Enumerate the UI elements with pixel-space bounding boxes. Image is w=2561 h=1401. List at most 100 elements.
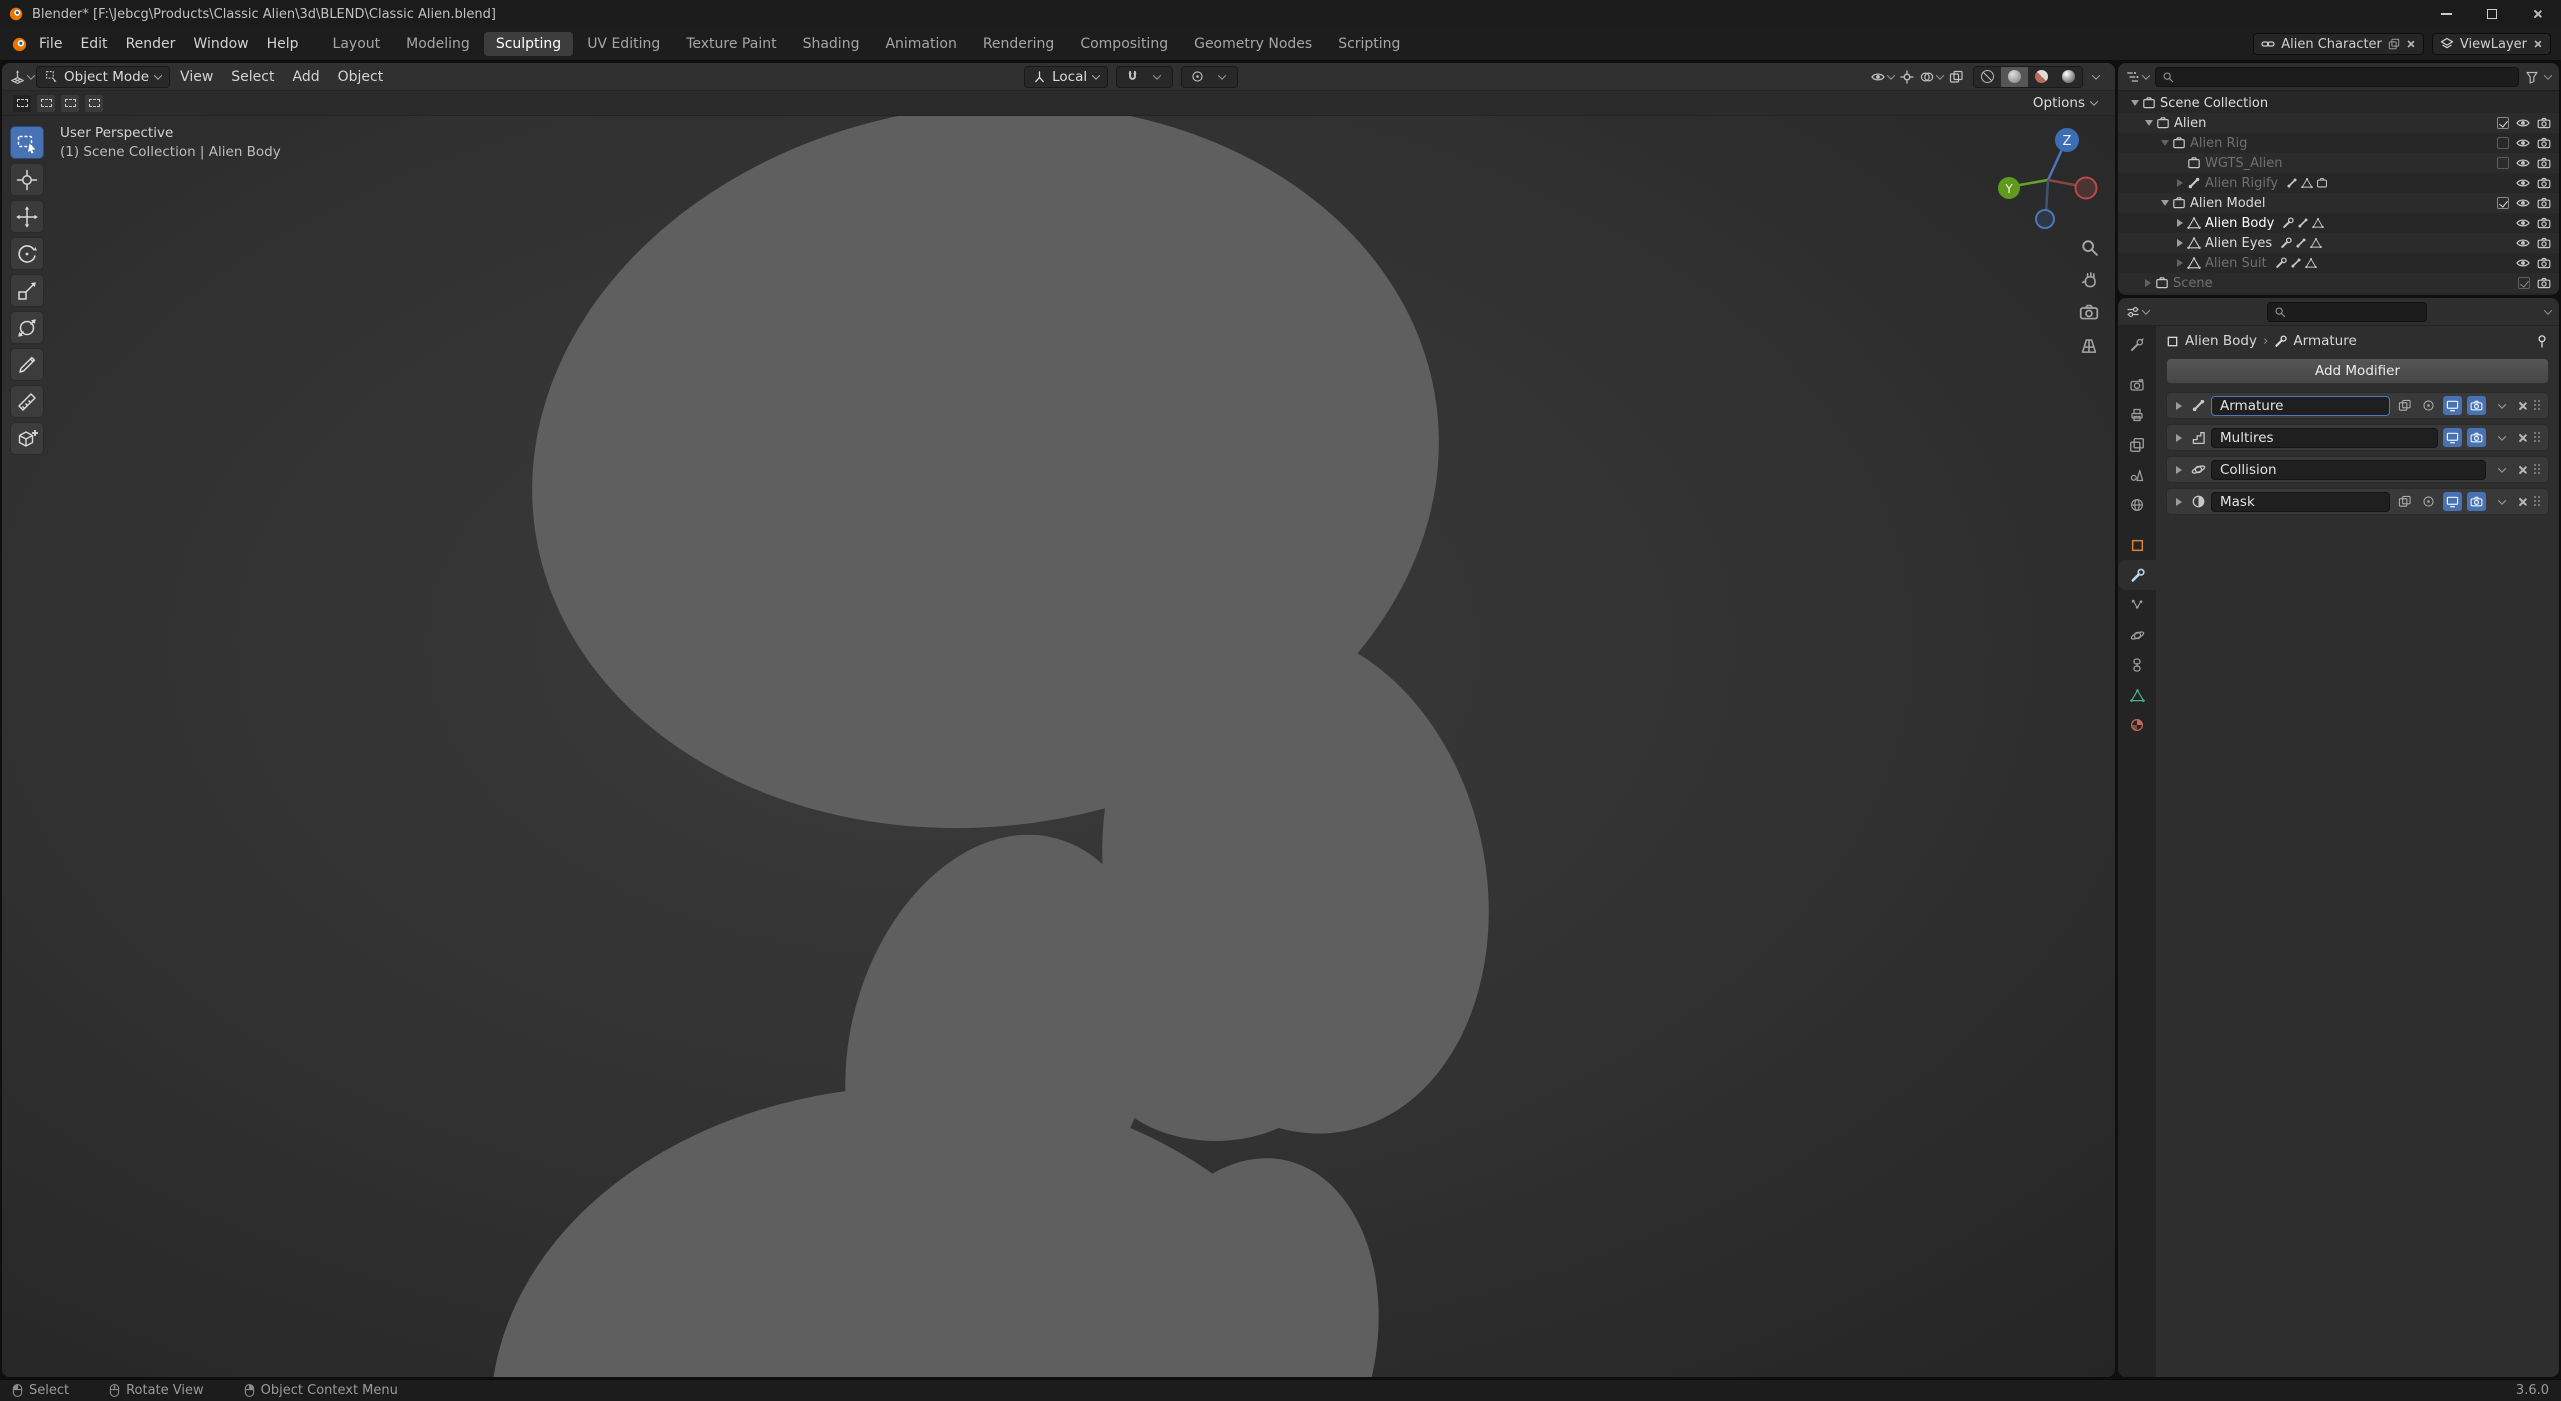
modifier-name-field[interactable]: Multires [2211,427,2438,448]
drag-handle-icon[interactable] [2533,399,2542,412]
workspace-tab-animation[interactable]: Animation [873,32,968,56]
disable-render-icon[interactable] [2537,156,2551,170]
properties-search-input[interactable] [2291,304,2420,319]
outliner-row-wgts-alien[interactable]: WGTS_Alien [2118,153,2559,173]
zoom-icon[interactable] [2080,238,2099,257]
snap-toggle[interactable] [1121,66,1143,88]
render-toggle[interactable] [2467,492,2486,511]
expand-icon[interactable] [2145,120,2153,126]
hide-viewport-icon[interactable] [2516,176,2530,190]
outliner-editor-type-button[interactable] [2126,66,2151,88]
expand-icon[interactable] [2176,401,2182,410]
outliner-row-alien-rig[interactable]: Alien Rig [2118,133,2559,153]
pin-icon[interactable] [2535,334,2549,348]
expand-icon[interactable] [2177,259,2183,267]
outliner-row-alien[interactable]: Alien [2118,113,2559,133]
outliner-search-input[interactable] [2179,69,2512,84]
outliner-row-alien-eyes[interactable]: Alien Eyes [2118,233,2559,253]
disable-render-icon[interactable] [2537,196,2551,210]
modifier-name-field[interactable]: Mask [2211,491,2390,512]
workspace-tab-shading[interactable]: Shading [791,32,872,56]
gizmos-toggle[interactable] [1896,66,1918,88]
modifier-extras-menu[interactable] [2491,459,2513,481]
editor-type-button[interactable] [10,66,36,88]
disable-render-icon[interactable] [2537,276,2551,290]
menu-window[interactable]: Window [184,28,257,60]
hide-viewport-icon[interactable] [2516,196,2530,210]
workspace-tab-layout[interactable]: Layout [321,32,393,56]
pan-hand-icon[interactable] [2080,270,2099,289]
proportional-falloff-dropdown[interactable] [1211,66,1233,88]
breadcrumb-modifier[interactable]: Armature [2293,333,2356,349]
outliner-row-alien-body[interactable]: Alien Body [2118,213,2559,233]
select-mode-intersect-button[interactable] [84,93,104,113]
navigation-gizmo[interactable]: Z Y [1993,122,2103,232]
exclude-checkbox[interactable] [2497,117,2509,129]
chevron-down-icon[interactable] [2543,305,2553,315]
outliner-row-scene[interactable]: Scene [2118,273,2559,293]
view-layer-selector[interactable]: ViewLayer [2431,33,2551,55]
realtime-toggle[interactable] [2443,396,2462,415]
expand-icon[interactable] [2176,497,2182,506]
modifier-extras-menu[interactable] [2491,491,2513,513]
tool-rotate[interactable] [10,237,44,270]
minimize-button[interactable] [2423,0,2469,28]
expand-icon[interactable] [2176,465,2182,474]
tool-select-box[interactable] [10,126,44,159]
on-cage-toggle[interactable] [2419,492,2438,511]
modifier-panel-multires[interactable]: Multires [2166,424,2549,451]
expand-icon[interactable] [2176,433,2182,442]
outliner-row-scene-collection[interactable]: Scene Collection [2118,93,2559,113]
tab-tool-properties[interactable] [2118,330,2156,360]
shading-dropdown[interactable] [2085,66,2107,88]
toggle-perspective-icon[interactable] [2079,335,2099,355]
workspace-tab-modeling[interactable]: Modeling [394,32,482,56]
hide-viewport-icon[interactable] [2516,156,2530,170]
modifier-name-field[interactable]: Collision [2211,459,2486,480]
tab-physics-properties[interactable] [2118,620,2156,650]
workspace-tab-sculpting[interactable]: Sculpting [483,32,574,56]
expand-icon[interactable] [2177,239,2183,247]
hide-viewport-icon[interactable] [2516,116,2530,130]
tool-add-cube[interactable] [10,422,44,455]
disable-render-icon[interactable] [2537,216,2551,230]
workspace-tab-texture-paint[interactable]: Texture Paint [674,32,788,56]
exclude-checkbox[interactable] [2497,157,2509,169]
menu-file[interactable]: File [30,28,71,60]
snap-dropdown[interactable] [1146,66,1168,88]
select-mode-new-button[interactable] [12,93,32,113]
tab-object-properties[interactable] [2118,530,2156,560]
tab-particle-properties[interactable] [2118,590,2156,620]
breadcrumb-object[interactable]: Alien Body [2185,333,2257,349]
overlays-dropdown[interactable] [1920,66,1945,88]
modifier-panel-armature[interactable]: Armature [2166,392,2549,419]
viewport-menu-view[interactable]: View [172,69,221,85]
xray-toggle[interactable] [1945,66,1967,88]
disable-render-icon[interactable] [2537,136,2551,150]
outliner-row-alien-model[interactable]: Alien Model [2118,193,2559,213]
tool-annotate[interactable] [10,348,44,381]
tool-cursor[interactable] [10,163,44,196]
tab-render-properties[interactable] [2118,370,2156,400]
proportional-edit-toggle[interactable] [1186,66,1208,88]
render-toggle[interactable] [2467,428,2486,447]
visibility-dropdown[interactable] [1871,66,1896,88]
drag-handle-icon[interactable] [2533,463,2542,476]
blender-menu-button[interactable] [8,33,30,55]
delete-modifier-icon[interactable] [2518,497,2528,507]
chevron-down-icon[interactable] [2543,70,2553,80]
realtime-toggle[interactable] [2443,492,2462,511]
tool-scale[interactable] [10,274,44,307]
hide-viewport-icon[interactable] [2516,236,2530,250]
delete-modifier-icon[interactable] [2518,465,2528,475]
select-mode-extend-button[interactable] [36,93,56,113]
tab-view-layer-properties[interactable] [2118,430,2156,460]
tool-move[interactable] [10,200,44,233]
viewport-menu-select[interactable]: Select [223,69,282,85]
workspace-tab-rendering[interactable]: Rendering [971,32,1067,56]
properties-search[interactable] [2267,301,2427,322]
disable-render-icon[interactable] [2537,236,2551,250]
delete-modifier-icon[interactable] [2518,433,2528,443]
transform-orientation-dropdown[interactable]: Local [1024,65,1109,88]
disable-render-icon[interactable] [2537,116,2551,130]
